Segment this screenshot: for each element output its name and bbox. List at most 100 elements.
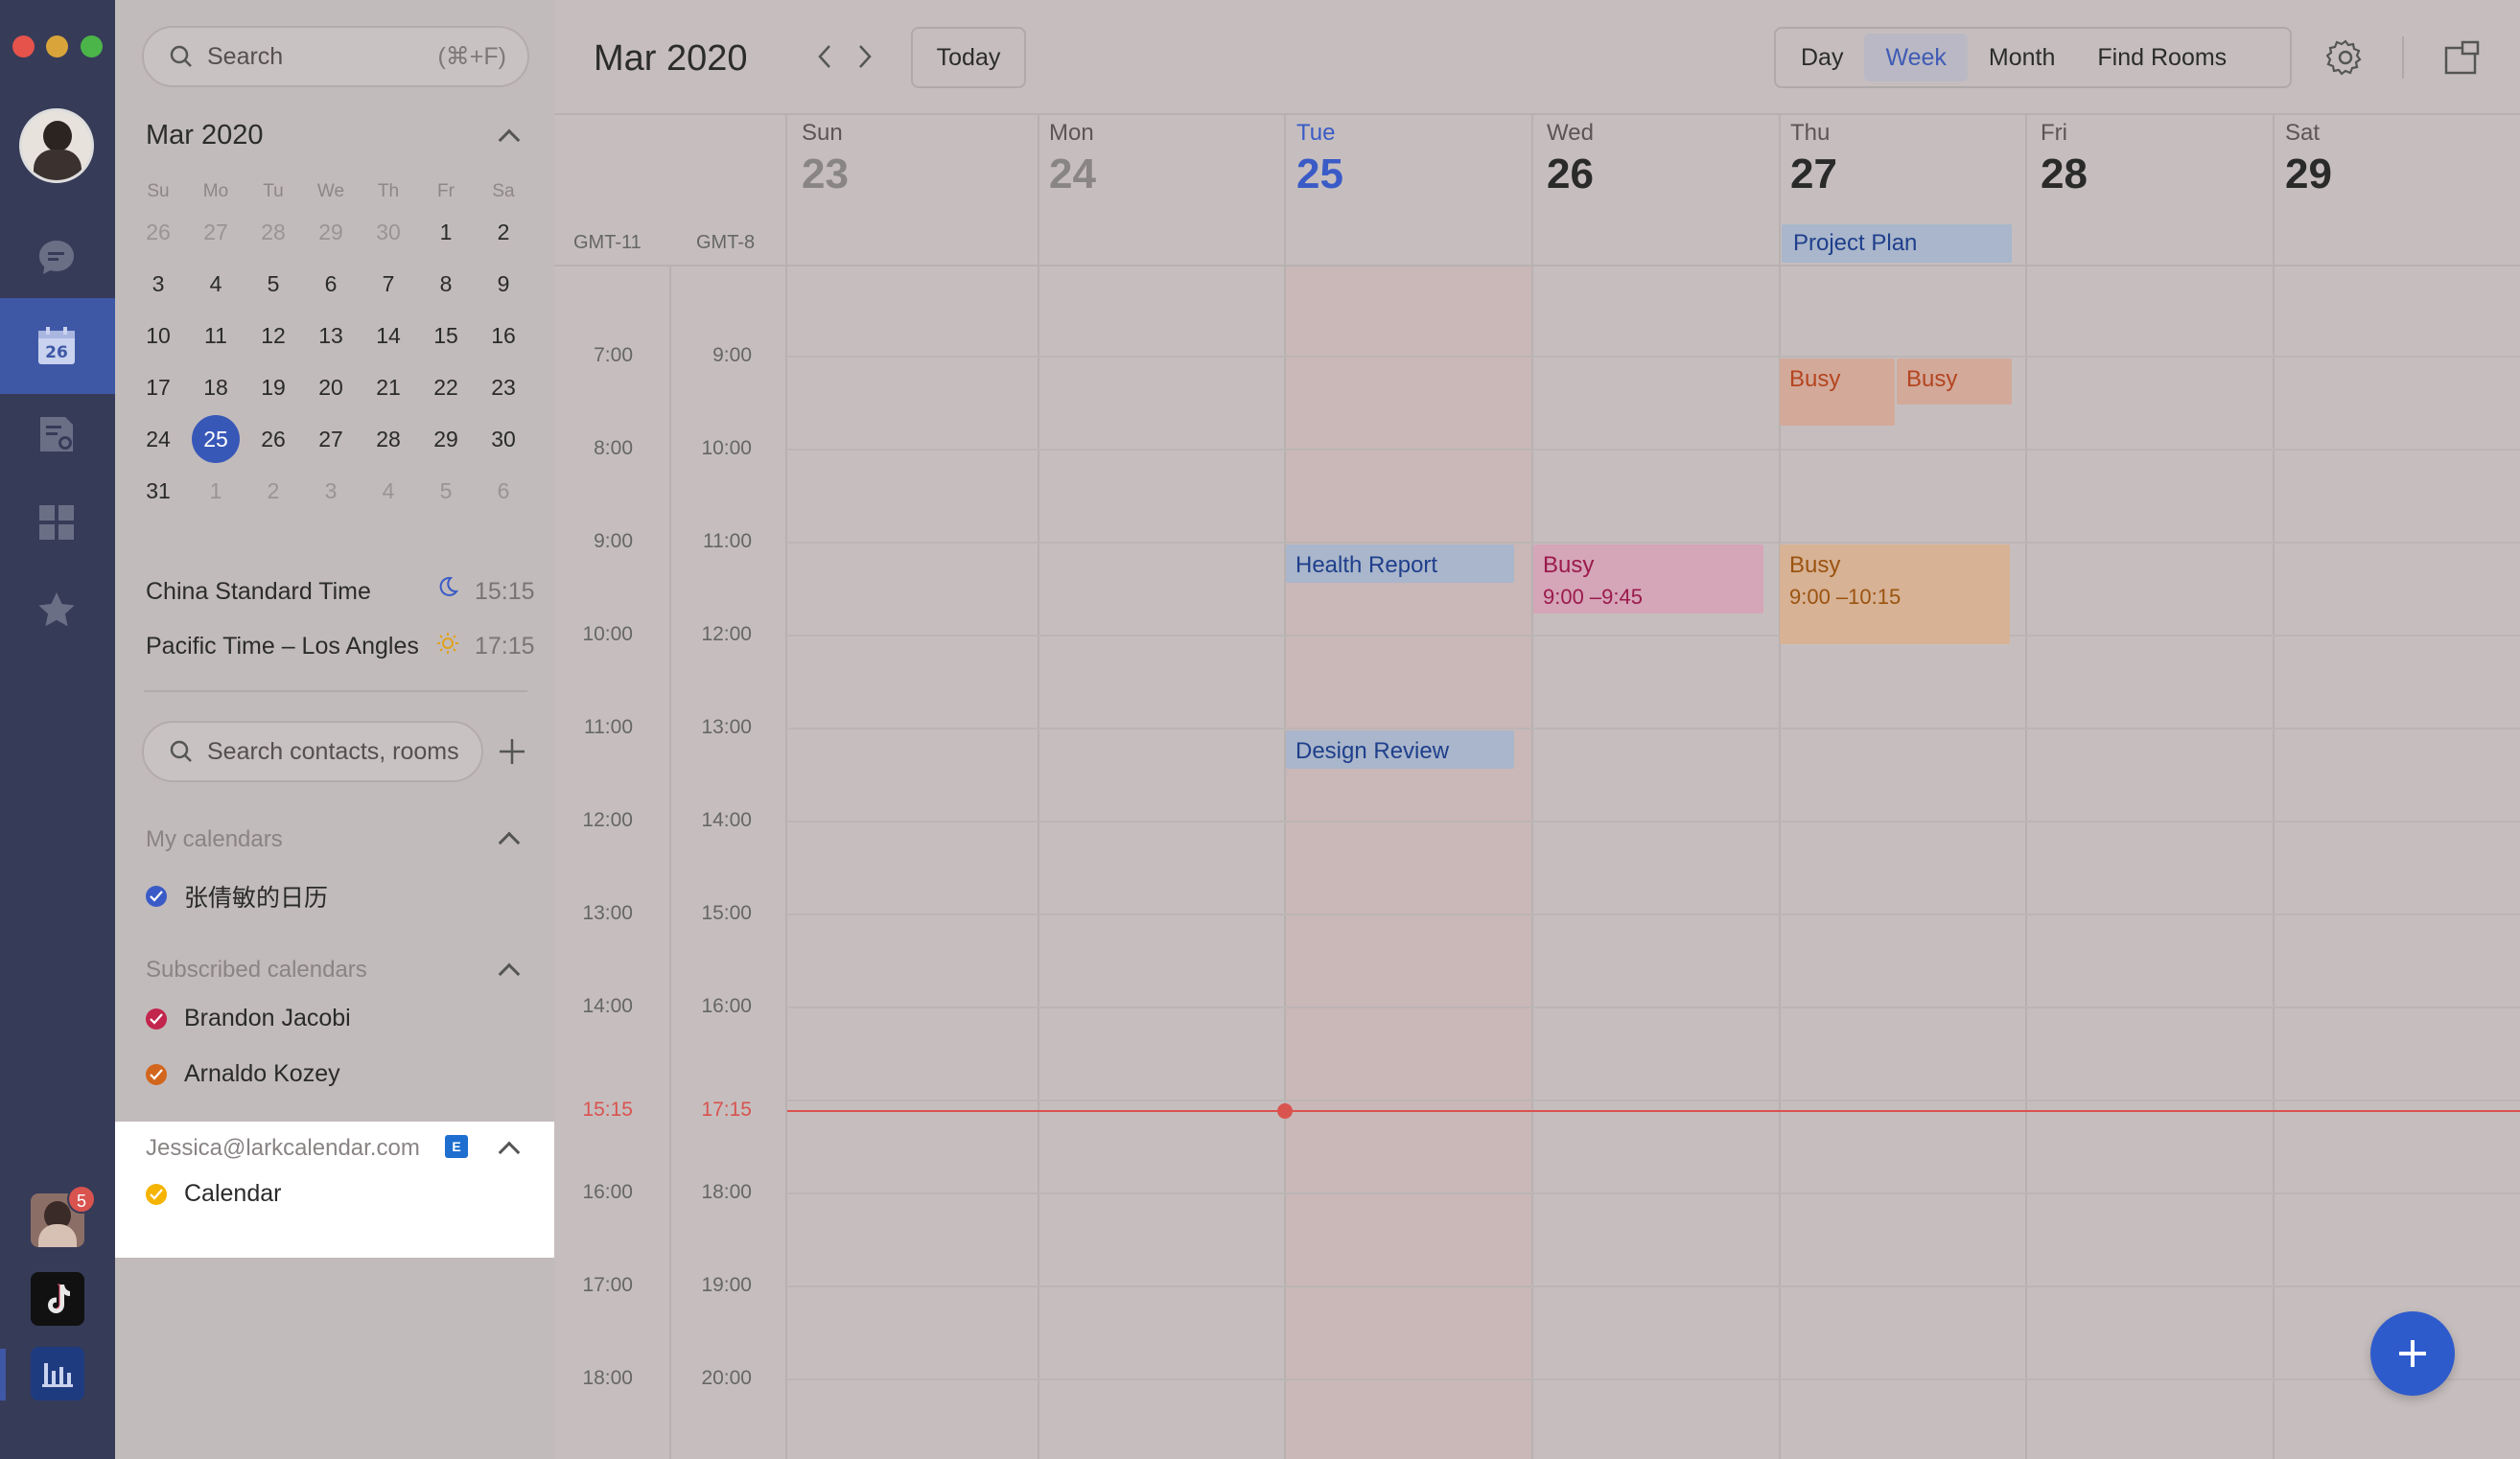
mini-calendar-day[interactable]: 6 <box>302 263 360 305</box>
allday-event[interactable]: Project Plan <box>1782 224 2012 263</box>
mini-calendar-day[interactable]: 18 <box>187 366 245 408</box>
create-event-button[interactable] <box>2370 1311 2455 1396</box>
event-health-report[interactable]: Health Report <box>1286 544 1514 583</box>
calendar-icon[interactable]: 26 <box>29 318 84 374</box>
mini-calendar-day[interactable]: 6 <box>475 470 532 512</box>
collapse-account-chevron-icon[interactable] <box>498 1141 521 1164</box>
next-week-chevron-icon[interactable] <box>855 42 875 76</box>
contact-search-input[interactable]: Search contacts, rooms <box>142 721 483 782</box>
tiktok-app-icon[interactable] <box>31 1272 84 1326</box>
event-busy[interactable]: Busy <box>1897 359 2012 405</box>
event-title: Busy <box>1789 366 1841 392</box>
mini-calendar-day[interactable]: 19 <box>245 366 302 408</box>
timezone-label-left[interactable]: GMT-11 <box>573 232 642 254</box>
minimize-window-button[interactable] <box>46 35 68 58</box>
mini-calendar-day[interactable]: 24 <box>129 418 187 460</box>
hour-line <box>786 728 2520 730</box>
checkmark-icon[interactable] <box>146 1007 167 1030</box>
user-avatar[interactable] <box>19 108 94 183</box>
checkmark-icon[interactable] <box>146 886 167 907</box>
find-rooms-button[interactable]: Find Rooms <box>2076 34 2248 81</box>
messenger-icon[interactable] <box>29 230 84 286</box>
mini-calendar-day[interactable]: 17 <box>129 366 187 408</box>
mini-calendar-day[interactable]: 16 <box>475 314 532 357</box>
mini-calendar-day[interactable]: 1 <box>417 211 475 253</box>
event-busy[interactable]: Busy <box>1780 359 1895 426</box>
mini-calendar-day[interactable]: 29 <box>302 211 360 253</box>
mini-calendar-day[interactable]: 27 <box>302 418 360 460</box>
mini-calendar-day[interactable]: 4 <box>360 470 417 512</box>
mini-calendar-day[interactable]: 30 <box>360 211 417 253</box>
mini-calendar-day[interactable]: 31 <box>129 470 187 512</box>
previous-week-chevron-icon[interactable] <box>815 42 834 76</box>
favorites-icon[interactable] <box>29 583 84 638</box>
mini-calendar-day[interactable]: 5 <box>245 263 302 305</box>
day-header-fri[interactable]: Fri 28 <box>2041 120 2088 198</box>
event-busy[interactable]: Busy 9:00 –9:45 <box>1533 544 1763 614</box>
event-design-review[interactable]: Design Review <box>1286 730 1514 769</box>
checkmark-icon[interactable] <box>146 1063 167 1085</box>
mini-calendar-day[interactable]: 13 <box>302 314 360 357</box>
mini-calendar-day[interactable]: 1 <box>187 470 245 512</box>
settings-gear-icon[interactable] <box>2325 38 2365 81</box>
add-calendar-plus-icon[interactable] <box>497 736 527 772</box>
hour-label: 13:00 <box>582 902 633 924</box>
column-divider <box>2025 115 2027 1459</box>
calendar-item[interactable]: Brandon Jacobi <box>146 1005 351 1032</box>
today-button[interactable]: Today <box>911 27 1026 88</box>
collapse-subscribed-chevron-icon[interactable] <box>498 962 521 985</box>
view-day-button[interactable]: Day <box>1780 34 1864 81</box>
mini-calendar-day[interactable]: 20 <box>302 366 360 408</box>
mini-calendar-day[interactable]: 7 <box>360 263 417 305</box>
mini-calendar-day[interactable]: 22 <box>417 366 475 408</box>
mini-calendar-day[interactable]: 21 <box>360 366 417 408</box>
search-input[interactable]: Search (⌘+F) <box>142 26 529 87</box>
mini-calendar-day[interactable]: 9 <box>475 263 532 305</box>
timezone-label-right[interactable]: GMT-8 <box>696 232 755 254</box>
mini-calendar-day[interactable]: 28 <box>360 418 417 460</box>
mini-calendar-day[interactable]: 23 <box>475 366 532 408</box>
day-header-tue[interactable]: Tue 25 <box>1296 120 1343 198</box>
day-header-mon[interactable]: Mon 24 <box>1049 120 1096 198</box>
calendar-item[interactable]: 张倩敏的日历 <box>146 879 328 914</box>
mini-calendar-day[interactable]: 27 <box>187 211 245 253</box>
day-header-wed[interactable]: Wed 26 <box>1547 120 1594 198</box>
day-header-sat[interactable]: Sat 29 <box>2285 120 2332 198</box>
event-busy[interactable]: Busy 9:00 –10:15 <box>1780 544 2010 644</box>
mini-calendar-day[interactable]: 15 <box>417 314 475 357</box>
mini-calendar-selected-day[interactable]: 25 <box>187 415 245 463</box>
mini-calendar-day[interactable]: 3 <box>129 263 187 305</box>
mini-calendar-day[interactable]: 3 <box>302 470 360 512</box>
mini-calendar-day[interactable]: 2 <box>245 470 302 512</box>
mini-calendar-day[interactable]: 12 <box>245 314 302 357</box>
mini-calendar-day[interactable]: 28 <box>245 211 302 253</box>
weekday-label: Mo <box>202 181 229 201</box>
mini-calendar-day[interactable]: 5 <box>417 470 475 512</box>
mini-calendar-day[interactable]: 26 <box>129 211 187 253</box>
calendar-item[interactable]: Arnaldo Kozey <box>146 1060 340 1088</box>
view-month-button[interactable]: Month <box>1968 34 2076 81</box>
open-window-icon[interactable] <box>2443 38 2482 81</box>
mini-calendar-day[interactable]: 26 <box>245 418 302 460</box>
checkmark-icon[interactable] <box>146 1183 167 1205</box>
mini-calendar-day[interactable]: 8 <box>417 263 475 305</box>
mini-calendar-day[interactable]: 29 <box>417 418 475 460</box>
mini-calendar-day[interactable]: 14 <box>360 314 417 357</box>
calendar-item[interactable]: Calendar <box>146 1180 281 1208</box>
mini-calendar-day[interactable]: 11 <box>187 314 245 357</box>
mini-calendar-day[interactable]: 2 <box>475 211 532 253</box>
mini-calendar-day[interactable]: 10 <box>129 314 187 357</box>
workplace-icon[interactable] <box>29 495 84 550</box>
day-header-thu[interactable]: Thu 27 <box>1790 120 1837 198</box>
docs-icon[interactable] <box>29 406 84 462</box>
day-header-sun[interactable]: Sun 23 <box>802 120 849 198</box>
collapse-mini-calendar-chevron-icon[interactable] <box>498 128 521 151</box>
close-window-button[interactable] <box>12 35 35 58</box>
account-calendar-section: Jessica@larkcalendar.com E Calendar <box>115 1122 554 1258</box>
mini-calendar-day[interactable]: 30 <box>475 418 532 460</box>
maximize-window-button[interactable] <box>81 35 103 58</box>
view-week-button[interactable]: Week <box>1864 34 1968 81</box>
collapse-my-calendars-chevron-icon[interactable] <box>498 831 521 854</box>
analytics-icon[interactable] <box>31 1347 84 1401</box>
mini-calendar-day[interactable]: 4 <box>187 263 245 305</box>
